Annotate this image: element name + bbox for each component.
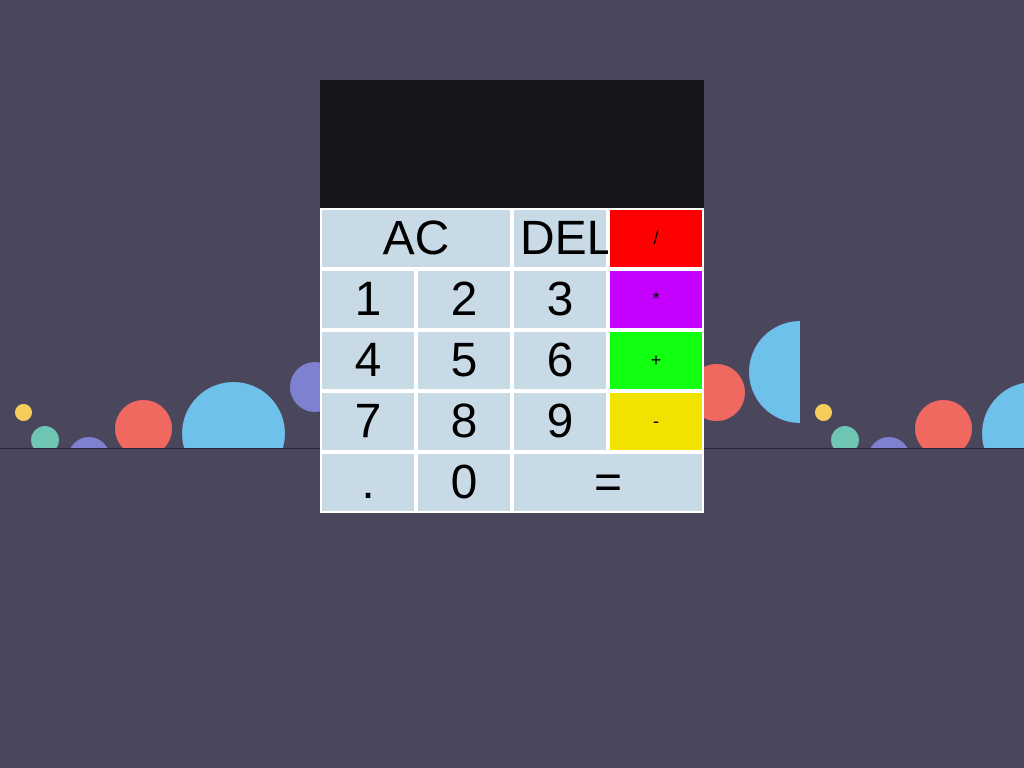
digit-3-button[interactable]: 3 — [512, 269, 608, 330]
previous-operand — [332, 90, 692, 116]
calculator-display — [320, 80, 704, 208]
digit-9-button[interactable]: 9 — [512, 391, 608, 452]
add-button[interactable]: + — [608, 330, 704, 391]
all-clear-button[interactable]: AC — [320, 208, 512, 269]
delete-button[interactable]: DEL — [512, 208, 613, 269]
yellow-dot-decoration — [815, 404, 832, 421]
keypad: AC DEL / 1 2 3 * 4 5 6 + 7 8 9 - . 0 = — [320, 208, 704, 513]
blue-half-circle-decoration — [749, 321, 800, 423]
calculator: AC DEL / 1 2 3 * 4 5 6 + 7 8 9 - . 0 = — [320, 80, 704, 513]
subtract-button[interactable]: - — [608, 391, 704, 452]
decimal-button[interactable]: . — [320, 452, 416, 513]
digit-4-button[interactable]: 4 — [320, 330, 416, 391]
page: AC DEL / 1 2 3 * 4 5 6 + 7 8 9 - . 0 = — [0, 0, 1024, 768]
digit-1-button[interactable]: 1 — [320, 269, 416, 330]
digit-5-button[interactable]: 5 — [416, 330, 512, 391]
digit-6-button[interactable]: 6 — [512, 330, 608, 391]
multiply-button[interactable]: * — [608, 269, 704, 330]
equals-button[interactable]: = — [512, 452, 704, 513]
digit-7-button[interactable]: 7 — [320, 391, 416, 452]
digit-2-button[interactable]: 2 — [416, 269, 512, 330]
digit-8-button[interactable]: 8 — [416, 391, 512, 452]
divide-button[interactable]: / — [608, 208, 704, 269]
yellow-dot-decoration — [15, 404, 32, 421]
current-operand — [332, 116, 692, 172]
digit-0-button[interactable]: 0 — [416, 452, 512, 513]
